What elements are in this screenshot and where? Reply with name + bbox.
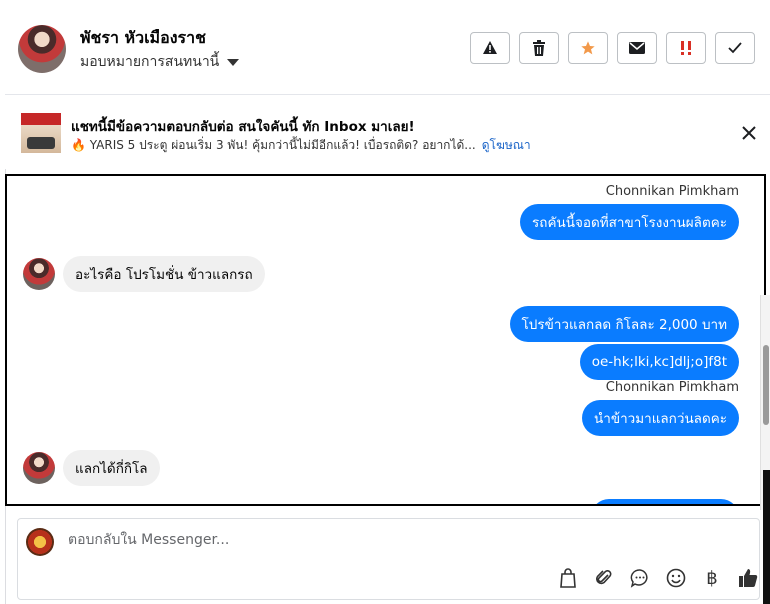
outgoing-message[interactable]: oe-hk;lki,kc]dlj;o]f8t bbox=[579, 344, 739, 380]
page-avatar bbox=[26, 528, 54, 556]
like-button[interactable] bbox=[737, 567, 759, 589]
mark-unread-button[interactable] bbox=[617, 32, 657, 64]
composer-tools: ฿ bbox=[557, 567, 759, 589]
contact-avatar bbox=[23, 258, 55, 290]
paperclip-icon bbox=[596, 570, 612, 585]
saved-replies-button[interactable] bbox=[629, 567, 651, 589]
star-button[interactable] bbox=[568, 32, 608, 64]
ad-banner: แชทนี้มีข้อความตอบกลับต่อ สนใจคันนี้ ทัก… bbox=[5, 95, 770, 169]
ad-subtitle: 🔥 YARIS 5 ประตู ผ่อนเริ่ม 3 พัน! คุ้มกว่… bbox=[71, 138, 476, 152]
action-toolbar bbox=[470, 32, 755, 64]
payment-button[interactable]: ฿ bbox=[701, 567, 723, 589]
reply-input[interactable] bbox=[66, 531, 670, 549]
warning-button[interactable] bbox=[470, 32, 510, 64]
ad-subtitle-row: 🔥 YARIS 5 ประตู ผ่อนเริ่ม 3 พัน! คุ้มกว่… bbox=[71, 136, 531, 155]
window-edge-dark bbox=[763, 470, 770, 604]
shopping-bag-button[interactable] bbox=[557, 567, 579, 589]
chevron-down-icon bbox=[227, 58, 240, 66]
mark-done-button[interactable] bbox=[715, 32, 755, 64]
star-icon bbox=[581, 41, 595, 55]
conversation-header: พัชรา หัวเมืองราช มอบหมายการสนทนานี้ bbox=[5, 0, 770, 95]
outgoing-message[interactable]: นำข้าวมาแลกว่นลดคะ bbox=[582, 400, 739, 436]
scrollbar-thumb[interactable] bbox=[763, 345, 769, 425]
incoming-message[interactable]: แลกได้กี่กิโล bbox=[63, 450, 160, 486]
check-icon bbox=[728, 42, 742, 54]
emoji-icon bbox=[666, 568, 686, 588]
ad-title: แชทนี้มีข้อความตอบกลับต่อ สนใจคันนี้ ทัก… bbox=[71, 119, 415, 135]
baht-icon: ฿ bbox=[706, 567, 718, 589]
assign-label: มอบหมายการสนทนานี้ bbox=[80, 54, 220, 70]
reply-composer: ฿ bbox=[17, 518, 760, 600]
urgent-button[interactable] bbox=[666, 32, 706, 64]
user-name[interactable]: พัชรา หัวเมืองราช bbox=[80, 26, 206, 51]
emoji-button[interactable] bbox=[665, 567, 687, 589]
thumbs-up-icon bbox=[739, 569, 758, 587]
chat-bubble-icon bbox=[630, 569, 648, 588]
incoming-message[interactable]: อะไรคือ โปรโมชั่น ข้าวแลกรถ bbox=[63, 256, 265, 292]
shopping-bag-icon bbox=[560, 568, 576, 588]
warning-icon bbox=[483, 41, 497, 54]
message-thread[interactable]: Chonnikan Pimkham รถคันนี้จอดที่สาขาโรงง… bbox=[5, 174, 766, 506]
outgoing-message[interactable]: โปรข้าวแลกลด กิโลละ 2,000 บาท bbox=[509, 306, 739, 342]
view-ad-link[interactable]: ดูโฆษณา bbox=[482, 136, 531, 155]
urgent-icon bbox=[681, 41, 691, 55]
outgoing-message[interactable]: รถคันนี้จอดที่สาขาโรงงานผลิตคะ bbox=[520, 204, 739, 240]
user-avatar[interactable] bbox=[18, 25, 66, 73]
close-icon[interactable] bbox=[741, 125, 757, 141]
ad-thumbnail[interactable] bbox=[21, 113, 61, 153]
attach-button[interactable] bbox=[593, 567, 615, 589]
delete-button[interactable] bbox=[519, 32, 559, 64]
outgoing-message-partial[interactable] bbox=[591, 499, 739, 504]
trash-icon bbox=[533, 40, 545, 56]
mail-icon bbox=[629, 42, 645, 54]
contact-avatar bbox=[23, 452, 55, 484]
sender-name: Chonnikan Pimkham bbox=[605, 184, 739, 199]
assign-conversation-dropdown[interactable]: มอบหมายการสนทนานี้ bbox=[80, 51, 240, 73]
sender-name: Chonnikan Pimkham bbox=[605, 380, 739, 395]
